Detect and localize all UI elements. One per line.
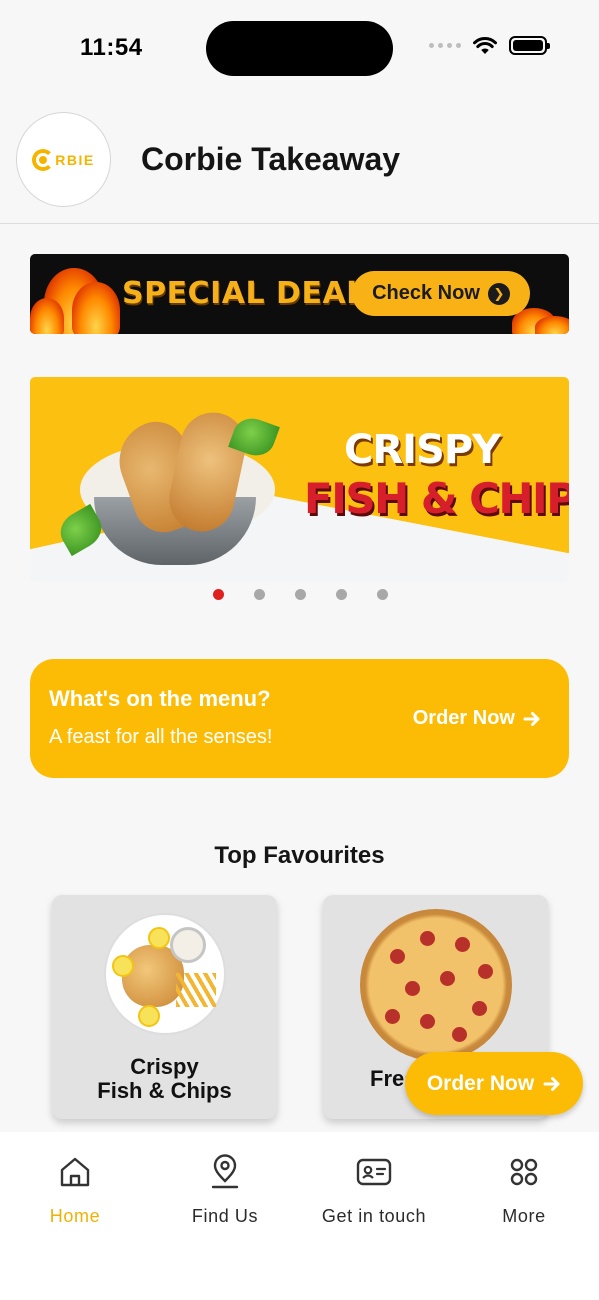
- favourite-card-fish-chips[interactable]: Crispy Fish & Chips: [52, 895, 277, 1119]
- location-pin-icon: [207, 1154, 243, 1190]
- app-title: Corbie Takeaway: [141, 141, 401, 177]
- tab-home[interactable]: Home: [0, 1154, 150, 1227]
- brand-logo[interactable]: RBIE: [16, 112, 111, 207]
- cellular-signal-icon: [429, 43, 461, 48]
- order-now-fab[interactable]: Order Now: [405, 1052, 583, 1115]
- pager-dot[interactable]: [336, 589, 347, 600]
- battery-icon: [509, 36, 550, 55]
- bottom-tab-bar: Home Find Us Get in touch More: [0, 1132, 599, 1300]
- grid-dots-icon: [506, 1154, 542, 1190]
- favourite-name: Crispy Fish & Chips: [97, 1054, 232, 1103]
- arrow-right-icon: [543, 1076, 560, 1091]
- dynamic-island: [206, 21, 393, 76]
- status-icons: [429, 36, 550, 55]
- pager-dot[interactable]: [254, 589, 265, 600]
- contact-card-icon: [356, 1154, 392, 1190]
- tab-find-us[interactable]: Find Us: [150, 1154, 300, 1227]
- pager-dot[interactable]: [213, 589, 224, 600]
- menu-heading: What's on the menu?: [49, 686, 271, 711]
- menu-subheading: A feast for all the senses!: [49, 726, 273, 748]
- home-icon: [57, 1154, 93, 1190]
- carousel-pager[interactable]: [213, 589, 388, 600]
- status-time: 11:54: [80, 34, 143, 61]
- status-bar: 11:54: [0, 0, 599, 96]
- app-header: RBIE Corbie Takeaway: [0, 110, 599, 224]
- special-deals-banner[interactable]: SPECIAL DEALS Check Now ❯: [30, 254, 569, 334]
- tab-get-in-touch[interactable]: Get in touch: [299, 1154, 449, 1227]
- chevron-right-icon: ❯: [487, 282, 510, 305]
- pager-dot[interactable]: [377, 589, 388, 600]
- hero-title-line1: CRISPY: [344, 427, 501, 473]
- arrow-right-icon: [523, 711, 540, 726]
- wifi-icon: [473, 36, 497, 54]
- special-deals-label: SPECIAL DEALS: [122, 276, 388, 311]
- pizza-image: [360, 909, 512, 1061]
- check-now-button[interactable]: Check Now ❯: [352, 271, 530, 316]
- menu-promo-card[interactable]: What's on the menu? A feast for all the …: [30, 659, 569, 778]
- tab-more[interactable]: More: [449, 1154, 599, 1227]
- top-favourites-title: Top Favourites: [214, 842, 385, 869]
- hero-carousel-slide[interactable]: CRISPY FISH & CHIPS: [30, 377, 569, 582]
- hero-title-line2: FISH & CHIPS: [304, 474, 569, 523]
- pager-dot[interactable]: [295, 589, 306, 600]
- order-now-link[interactable]: Order Now: [413, 707, 541, 730]
